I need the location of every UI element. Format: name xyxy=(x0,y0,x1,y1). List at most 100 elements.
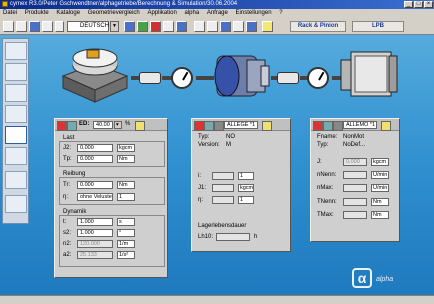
language-select[interactable]: DEUTSCH xyxy=(67,21,109,32)
n2-unit-select[interactable]: 1/m xyxy=(117,240,135,248)
component-palette xyxy=(2,38,29,224)
settings-icon[interactable] xyxy=(204,121,214,131)
menu-applikation[interactable]: Applikation xyxy=(147,10,176,16)
palette-gear-stage-icon[interactable] xyxy=(5,195,27,213)
servo-motor-icon[interactable] xyxy=(339,46,399,104)
eta-input[interactable] xyxy=(212,196,234,204)
palette-linear-axis-icon[interactable] xyxy=(5,84,27,102)
motor-selector[interactable]: ALLEMO *1 xyxy=(343,121,377,129)
a2-unit-select[interactable]: 1/s² xyxy=(117,251,135,259)
j1-unit-select[interactable]: kgcm xyxy=(238,184,254,192)
menu-geometrievergleich[interactable]: Geometrievergleich xyxy=(88,10,140,16)
s2-input[interactable]: 1.000 xyxy=(77,229,113,237)
nmax-input[interactable] xyxy=(343,184,367,192)
menu-anfrage[interactable]: Anfrage xyxy=(207,10,228,16)
close-icon[interactable] xyxy=(313,121,323,131)
menu-help[interactable]: ? xyxy=(279,10,282,16)
chevron-down-icon[interactable]: ▼ xyxy=(110,21,119,32)
maximize-button[interactable]: □ xyxy=(414,1,423,8)
open-file-icon[interactable] xyxy=(16,21,27,32)
a2-input[interactable]: 25.133 xyxy=(77,251,113,259)
save-icon[interactable] xyxy=(333,121,343,131)
coupling-2-icon[interactable] xyxy=(277,72,299,84)
lightbulb-icon[interactable] xyxy=(135,121,145,131)
table-icon[interactable] xyxy=(233,21,244,32)
menu-datei[interactable]: Datei xyxy=(3,10,17,16)
close-icon[interactable] xyxy=(57,121,67,131)
lpb-button[interactable]: LPB xyxy=(352,21,404,32)
settings-icon[interactable] xyxy=(323,121,333,131)
t-unit-select[interactable]: s xyxy=(117,218,135,226)
j1-input[interactable] xyxy=(212,184,234,192)
new-file-icon[interactable] xyxy=(3,21,14,32)
gearbox-selector[interactable]: ALLEGE *1 xyxy=(224,121,258,129)
palette-load-icon[interactable] xyxy=(5,42,27,60)
nnenn-input[interactable] xyxy=(343,171,367,179)
pen-icon[interactable] xyxy=(207,21,218,32)
tp-unit-select[interactable]: Nm xyxy=(117,155,135,163)
close-icon[interactable] xyxy=(194,121,204,131)
close-button[interactable]: × xyxy=(424,1,433,8)
gear-icon[interactable] xyxy=(137,21,148,32)
rotary-table-icon[interactable] xyxy=(59,46,131,104)
delete-icon[interactable] xyxy=(150,21,161,32)
minimize-button[interactable]: _ xyxy=(404,1,413,8)
ed-select[interactable]: 40.00 xyxy=(93,121,113,129)
a2-label: a2: xyxy=(63,252,72,258)
tnenn-input[interactable] xyxy=(343,198,367,206)
tmax-input[interactable] xyxy=(343,211,367,219)
eta-unit-select[interactable]: 1 xyxy=(238,196,254,204)
motor-icon[interactable] xyxy=(220,21,231,32)
lh10-input[interactable] xyxy=(216,233,250,241)
menu-produkte[interactable]: Produkte xyxy=(25,10,49,16)
j-input[interactable]: 0.000 xyxy=(343,158,367,166)
typ-value: NO xyxy=(226,134,235,140)
lightbulb-icon[interactable] xyxy=(381,121,391,131)
coupling-1-icon[interactable] xyxy=(139,72,161,84)
save-icon[interactable] xyxy=(29,21,40,32)
graph-icon[interactable] xyxy=(246,21,257,32)
tr-input[interactable]: 0.000 xyxy=(77,181,113,189)
i-unit-select[interactable]: 1 xyxy=(238,172,254,180)
j2-unit-select[interactable]: kgcm xyxy=(117,144,135,152)
home-icon[interactable] xyxy=(194,21,205,32)
j-unit-select[interactable]: kgcm xyxy=(371,158,389,166)
tnenn-unit-select[interactable]: Nm xyxy=(371,198,389,206)
chart-icon[interactable] xyxy=(176,21,187,32)
lightbulb-icon[interactable] xyxy=(262,21,273,32)
tp-input[interactable]: 0.000 xyxy=(77,155,113,163)
eta-unit-select[interactable]: 1 xyxy=(117,193,135,201)
menu-kataloge[interactable]: Kataloge xyxy=(56,10,80,16)
menu-einstellungen[interactable]: Einstellungen xyxy=(236,10,272,16)
undo-icon[interactable] xyxy=(55,21,64,32)
palette-gear-pair-icon[interactable] xyxy=(5,171,27,189)
tmax-unit-select[interactable]: Nm xyxy=(371,211,389,219)
catalog-icon[interactable] xyxy=(124,21,135,32)
nmax-unit-select[interactable]: U/min xyxy=(371,184,389,192)
save-icon[interactable] xyxy=(214,121,224,131)
eta-select[interactable]: ohne Veluste xyxy=(77,193,113,201)
print-icon[interactable] xyxy=(42,21,53,32)
gauge-1-icon[interactable] xyxy=(171,67,193,89)
gearbox-icon[interactable] xyxy=(211,48,271,102)
i-input[interactable] xyxy=(212,172,234,180)
load-panel-toolbar: ED: 40.00 ▾ % xyxy=(55,119,167,131)
nnenn-unit-select[interactable]: U/min xyxy=(371,171,389,179)
tr-unit-select[interactable]: Nm xyxy=(117,181,135,189)
palette-rotary-table-icon[interactable] xyxy=(5,63,27,81)
j2-input[interactable]: 0.000 xyxy=(77,144,113,152)
settings-icon[interactable] xyxy=(67,121,77,131)
j-label: J: xyxy=(317,159,322,165)
rack-pinion-button[interactable]: Rack & Pinion xyxy=(290,21,346,32)
gauge-2-icon[interactable] xyxy=(307,67,329,89)
menu-alpha[interactable]: alpha xyxy=(184,10,199,16)
chevron-down-icon[interactable]: ▾ xyxy=(114,121,122,129)
palette-coupling-icon[interactable] xyxy=(5,126,27,144)
t-input[interactable]: 1.000 xyxy=(77,218,113,226)
palette-gear-icon[interactable] xyxy=(5,147,27,165)
document-icon[interactable] xyxy=(163,21,174,32)
n2-input[interactable]: 120.000 xyxy=(77,240,113,248)
lightbulb-icon[interactable] xyxy=(262,121,272,131)
palette-belt-icon[interactable] xyxy=(5,105,27,123)
s2-unit-select[interactable]: ° xyxy=(117,229,135,237)
